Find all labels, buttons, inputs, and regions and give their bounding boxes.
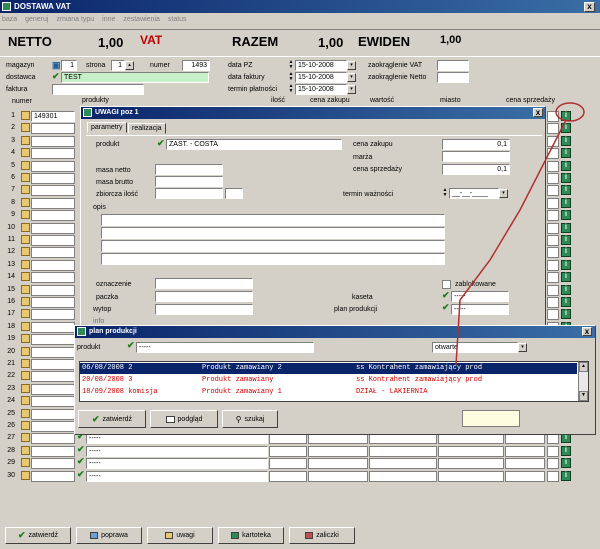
annotation-circle — [555, 102, 585, 122]
annotation-overlay — [455, 102, 585, 366]
annotation-line — [455, 119, 567, 366]
